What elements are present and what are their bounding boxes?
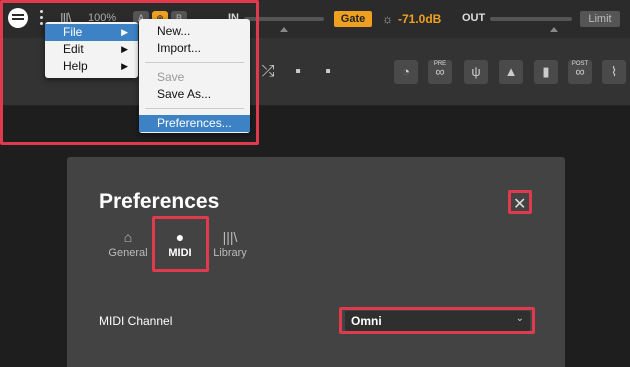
dialog-title: Preferences (99, 190, 220, 213)
close-highlight-box (508, 190, 532, 214)
signal-bars-icon[interactable]: ▮ (534, 60, 558, 84)
library-icon: |||\ (222, 229, 238, 245)
tuning-fork-icon[interactable]: ψ (464, 60, 488, 84)
tab-library[interactable]: |||\ Library (205, 227, 255, 259)
menu-highlight-box (0, 0, 259, 145)
save-as-icon[interactable]: ▪ (316, 60, 340, 84)
gate-level[interactable]: -71.0dB (398, 12, 441, 26)
save-icon[interactable]: ▪ (286, 60, 310, 84)
metronome-icon[interactable]: ▲ (499, 60, 523, 84)
attach-icon[interactable]: ⌇ (602, 60, 626, 84)
midi-channel-label: MIDI Channel (99, 314, 173, 328)
output-label: OUT (462, 12, 486, 24)
tab-label: Library (213, 247, 247, 259)
post-label: POST (571, 61, 589, 67)
gate-button[interactable]: Gate (334, 11, 372, 27)
preferences-dialog: Preferences ✕ ⌂ General ● MIDI |||\ Libr… (67, 157, 565, 367)
pre-record-icon[interactable]: PRE ∞ (428, 60, 452, 84)
select-highlight-box (339, 307, 535, 334)
brightness-icon: ☼ (382, 12, 393, 26)
tuner-icon[interactable]: ◔ (394, 60, 418, 84)
tab-label: General (108, 247, 148, 259)
output-meter-handle[interactable] (550, 27, 558, 32)
shuffle-icon[interactable]: ⤮ (256, 60, 280, 84)
tab-general[interactable]: ⌂ General (103, 227, 153, 259)
output-meter[interactable] (490, 17, 572, 32)
post-record-icon[interactable]: POST ∞ (568, 60, 592, 84)
home-icon: ⌂ (123, 229, 133, 245)
input-meter-handle[interactable] (280, 27, 288, 32)
pre-label: PRE (433, 61, 447, 67)
limit-button[interactable]: Limit (580, 11, 620, 27)
midi-tab-highlight-box (152, 216, 209, 272)
